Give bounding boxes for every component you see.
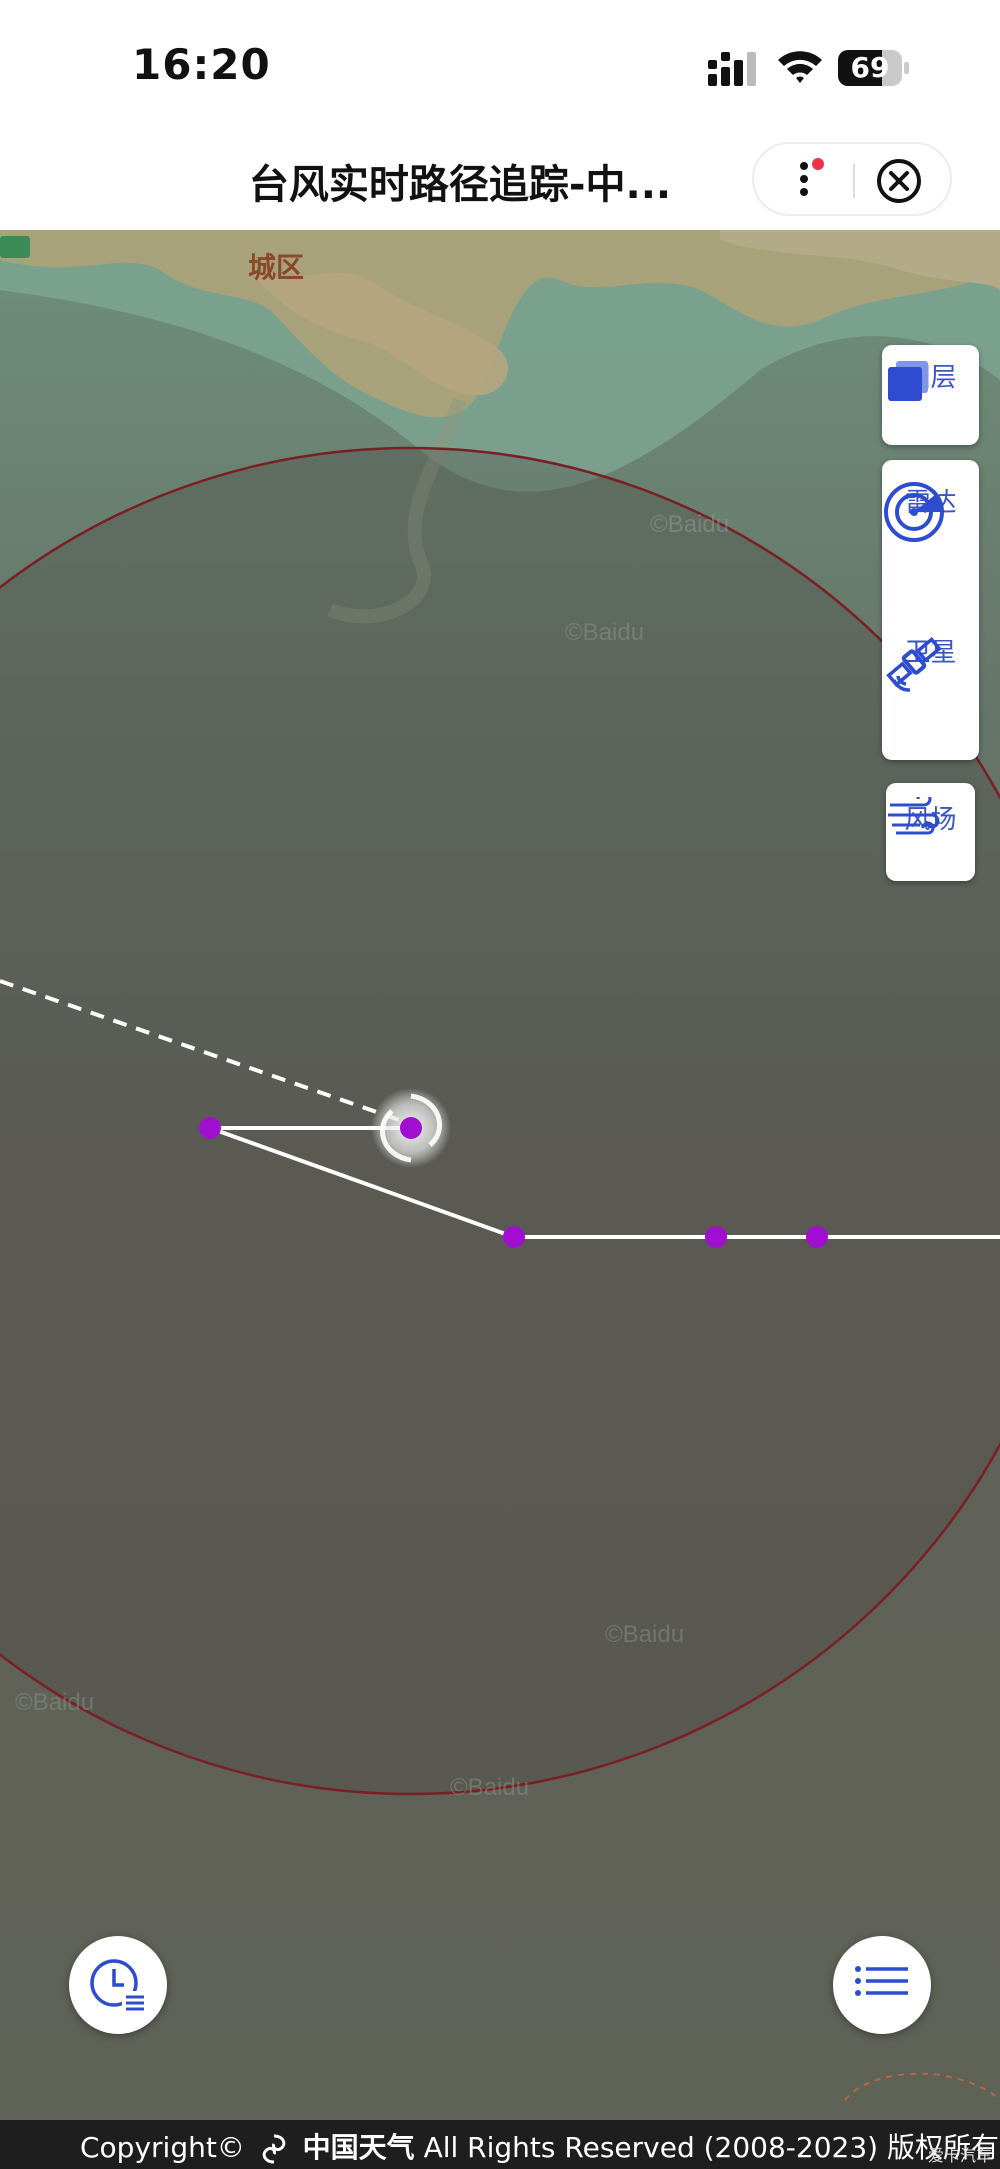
road-badge — [0, 236, 30, 258]
battery-percent: 69 — [850, 51, 890, 84]
list-icon — [855, 1966, 908, 1996]
weather-logo-icon — [262, 2134, 286, 2164]
map-watermark: ©Baidu — [565, 619, 644, 646]
battery-indicator: 69 — [838, 50, 910, 86]
map-canvas[interactable]: 城区 ©Baidu ©Baidu ©Baidu ©Baidu ©Baidu — [0, 230, 1000, 2120]
copyright-line: Copyright© 中国天气 All Rights Reserved (200… — [80, 2126, 999, 2166]
track-point[interactable] — [705, 1226, 727, 1248]
footer-brand: 中国天气 — [302, 2131, 415, 2164]
mini-program-capsule — [752, 142, 952, 216]
district-label: 城区 — [248, 252, 304, 283]
cellular-signal-icon — [708, 52, 756, 86]
close-button[interactable] — [874, 156, 924, 206]
track-point[interactable] — [199, 1117, 221, 1139]
page-title: 台风实时路径追踪-中... — [248, 162, 672, 208]
map-watermark: ©Baidu — [650, 511, 729, 538]
satellite-button[interactable]: 卫星 — [882, 630, 979, 692]
status-time: 16:20 — [132, 40, 271, 89]
satellite-icon — [886, 636, 942, 692]
track-point[interactable] — [503, 1226, 525, 1248]
wind-field-button[interactable]: 风场 — [886, 783, 975, 881]
radar-icon — [884, 482, 944, 542]
copyright-prefix: Copyright© — [80, 2131, 245, 2164]
track-point[interactable] — [806, 1226, 828, 1248]
wind-radius-fill — [0, 448, 1000, 1794]
footer: Copyright© 中国天气 All Rights Reserved (200… — [0, 2120, 1000, 2169]
footer-rights: All Rights Reserved (2008-2023) 版权所有 — [423, 2131, 999, 2164]
history-button[interactable] — [69, 1936, 167, 2034]
typhoon-icon[interactable] — [371, 1088, 451, 1168]
radar-button[interactable]: 雷达 — [882, 480, 979, 542]
typhoon-map[interactable]: 城区 ©Baidu ©Baidu ©Baidu ©Baidu ©Baidu 图层… — [0, 230, 1000, 2120]
app-header: 台风实时路径追踪-中... — [0, 130, 1000, 231]
wind-field-icon — [888, 797, 940, 835]
list-button[interactable] — [833, 1936, 931, 2034]
wifi-icon — [778, 51, 822, 83]
more-options-button[interactable] — [782, 154, 832, 204]
layers-button[interactable]: 图层 — [882, 345, 979, 445]
source-watermark: 爱卡汽车 — [927, 2146, 992, 2165]
map-watermark: ©Baidu — [605, 1621, 684, 1648]
layers-icon — [888, 361, 928, 401]
clock-list-icon — [90, 1959, 146, 2013]
map-watermark: ©Baidu — [15, 1689, 94, 1716]
status-bar: 16:20 69 — [0, 0, 1000, 130]
map-watermark: ©Baidu — [450, 1774, 529, 1801]
radar-satellite-panel: 雷达 卫星 — [882, 460, 979, 760]
capsule-divider — [853, 164, 855, 198]
